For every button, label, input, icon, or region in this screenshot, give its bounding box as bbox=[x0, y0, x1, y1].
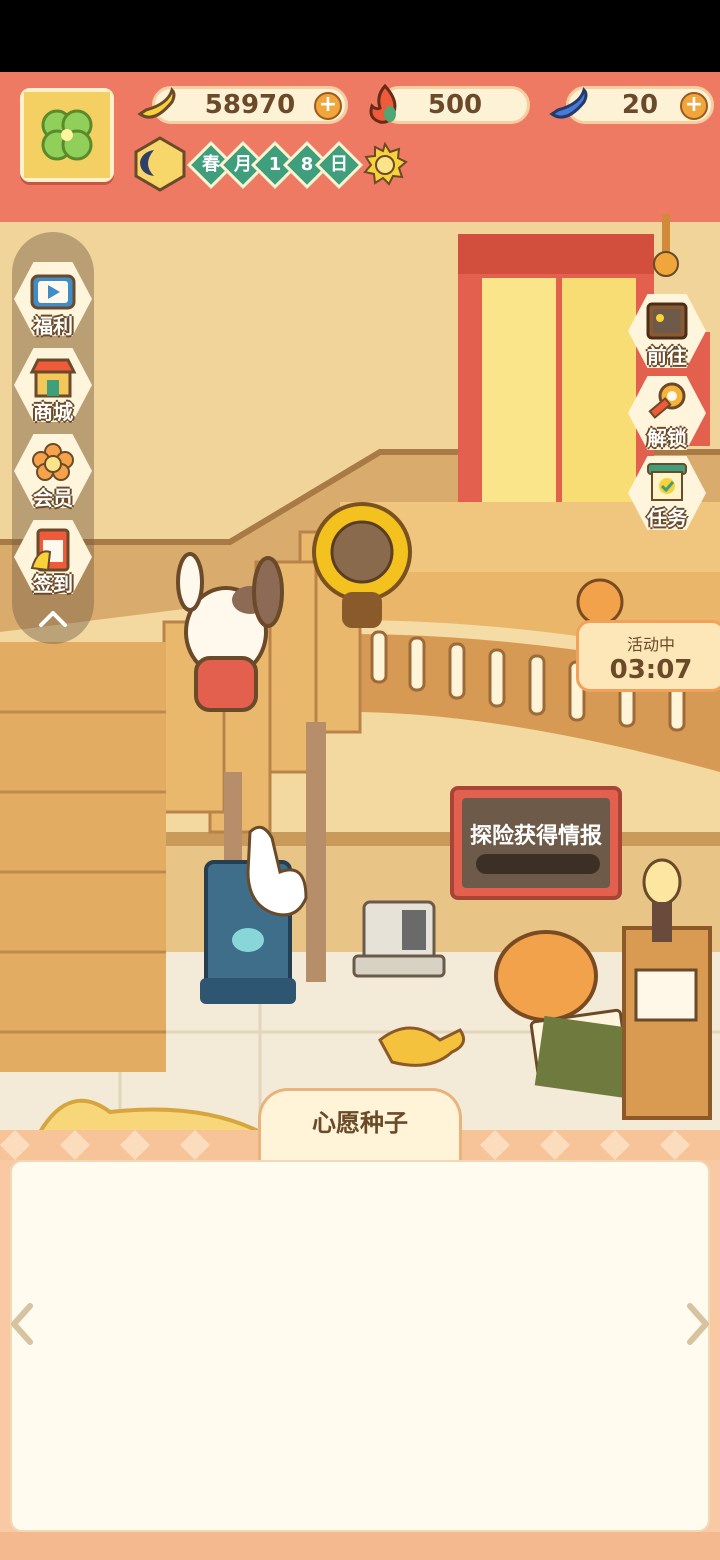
flower-crown-icon bbox=[32, 443, 74, 481]
key-icon bbox=[648, 382, 686, 419]
header-scallop bbox=[0, 208, 720, 222]
shop-icon bbox=[29, 358, 77, 398]
unlock-button[interactable]: 解锁 bbox=[626, 372, 708, 454]
task-button[interactable]: 任务 bbox=[626, 452, 708, 534]
day-label-text: 日 bbox=[330, 154, 348, 175]
tv-icon bbox=[30, 274, 76, 310]
event-label: 活动中 bbox=[626, 635, 675, 654]
add-banana-button[interactable]: + bbox=[314, 92, 342, 120]
left-side-menu: 福利 商城 会员 签到 bbox=[12, 232, 94, 644]
welfare-label: 福利 bbox=[33, 314, 73, 338]
event-time: 03:07 bbox=[609, 655, 693, 685]
chevron-left-icon[interactable] bbox=[6, 1300, 38, 1348]
moon-icon bbox=[134, 136, 186, 192]
bottom-strip bbox=[0, 1532, 720, 1560]
fire-amount: 500 bbox=[427, 90, 483, 120]
calendar-icon bbox=[30, 528, 70, 572]
bottom-panel bbox=[0, 1130, 720, 1560]
member-button[interactable]: 会员 bbox=[12, 430, 94, 512]
checkin-label: 签到 bbox=[33, 572, 73, 596]
intel-board-text: 探险获得情报 bbox=[469, 824, 602, 849]
gem-icon bbox=[549, 87, 588, 119]
shop-label: 商城 bbox=[33, 400, 73, 424]
goto-button[interactable]: 前往 bbox=[626, 290, 708, 372]
chevron-up-icon[interactable] bbox=[38, 608, 68, 628]
checkin-button[interactable]: 签到 bbox=[12, 516, 94, 598]
shop-button[interactable]: 商城 bbox=[12, 344, 94, 426]
wish-seed-content[interactable] bbox=[10, 1160, 710, 1532]
event-timer[interactable]: 活动中 03:07 bbox=[576, 620, 720, 692]
gem-amount: 20 bbox=[621, 90, 659, 120]
wish-seed-tab[interactable]: 心愿种子 bbox=[258, 1088, 462, 1160]
welfare-button[interactable]: 福利 bbox=[12, 258, 94, 340]
sun-weather-icon[interactable] bbox=[362, 142, 408, 188]
task-icon bbox=[647, 463, 687, 501]
clover-icon bbox=[24, 92, 110, 178]
bell-rope-icon bbox=[653, 214, 679, 277]
unlock-label: 解锁 bbox=[647, 426, 687, 450]
banana-amount: 58970 bbox=[204, 90, 296, 120]
goto-label: 前往 bbox=[647, 344, 687, 368]
chevron-right-icon[interactable] bbox=[682, 1300, 714, 1348]
task-label: 任务 bbox=[647, 506, 687, 530]
board-icon bbox=[646, 302, 688, 340]
member-label: 会员 bbox=[33, 486, 73, 510]
fire-icon bbox=[369, 83, 397, 124]
status-bar bbox=[0, 0, 720, 72]
banana-icon bbox=[137, 87, 176, 119]
intel-board-bar bbox=[476, 854, 600, 874]
intel-board[interactable]: 探险获得情报 bbox=[450, 786, 622, 900]
add-gem-button[interactable]: + bbox=[680, 92, 708, 120]
avatar[interactable] bbox=[20, 88, 114, 182]
